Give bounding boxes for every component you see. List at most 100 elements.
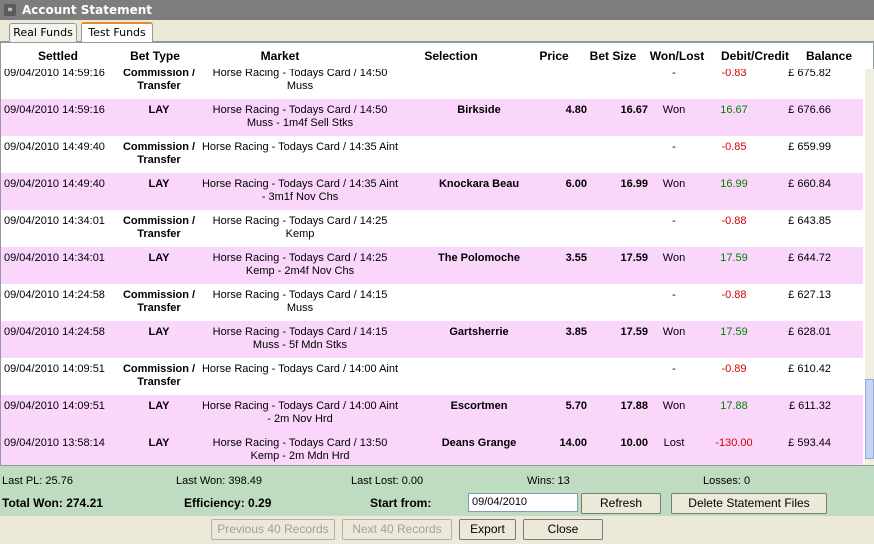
bet-type-line: LAY bbox=[148, 326, 170, 338]
scrollbar-thumb[interactable] bbox=[865, 379, 874, 459]
table-row[interactable]: 09/04/2010 14:24:58 - -0.88 £ 627.13 Commiss… bbox=[1, 284, 863, 321]
price-cell: 3.55 bbox=[565, 252, 587, 264]
settled-cell: 09/04/2010 14:24:58 bbox=[4, 289, 105, 301]
debit-credit-cell: 16.99 bbox=[720, 178, 748, 190]
market-line: Horse Racing - Todays Card / 14:25 bbox=[212, 252, 388, 264]
won-lost-cell: - bbox=[672, 363, 676, 375]
settled-cell: 09/04/2010 14:09:51 bbox=[4, 363, 105, 375]
bet-type-cell: LAY bbox=[113, 437, 205, 450]
table-row[interactable]: 09/04/2010 14:09:51 - -0.89 £ 610.42 Commiss… bbox=[1, 358, 863, 395]
market-line: Muss - 5f Mdn Stks bbox=[252, 339, 348, 351]
market-line: Kemp - 2m Mdn Hrd bbox=[250, 450, 350, 462]
price-cell: 4.80 bbox=[565, 104, 587, 116]
balance-cell: £ 644.72 bbox=[788, 252, 831, 264]
debit-credit-cell: -0.83 bbox=[721, 69, 747, 79]
bet-size-cell: 16.99 bbox=[620, 178, 648, 190]
market-cell: Horse Racing - Todays Card / 14:25 Kemp bbox=[197, 215, 403, 241]
column-header-balance[interactable]: Balance bbox=[801, 49, 857, 63]
column-header-selection[interactable]: Selection bbox=[381, 49, 521, 63]
market-cell: Horse Racing - Todays Card / 14:15 Muss bbox=[197, 289, 403, 315]
bet-type-line: Commission / bbox=[122, 69, 196, 79]
market-cell: Horse Racing - Todays Card / 14:35 Aint -… bbox=[197, 178, 403, 204]
price-cell: 3.85 bbox=[565, 326, 587, 338]
bet-type-line: Transfer bbox=[137, 302, 181, 314]
table-row[interactable]: 09/04/2010 14:59:16 Birkside 4.80 16.67 Won 1… bbox=[1, 99, 863, 136]
won-lost-cell: - bbox=[672, 289, 676, 301]
market-line: Horse Racing - Todays Card / 14:25 bbox=[212, 215, 388, 227]
balance-cell: £ 593.44 bbox=[788, 437, 831, 449]
column-header-price[interactable]: Price bbox=[531, 49, 577, 63]
last-pl: Last PL: 25.76 bbox=[2, 475, 73, 487]
won-lost-cell: - bbox=[672, 141, 676, 153]
debit-credit-cell: -0.88 bbox=[721, 289, 747, 301]
table-row[interactable]: 09/04/2010 14:24:58 Gartsherrie 3.85 17.59 W… bbox=[1, 321, 863, 358]
table-body[interactable]: 09/04/2010 14:59:16 - -0.83 £ 675.82 Commiss… bbox=[1, 69, 865, 465]
efficiency: Efficiency: 0.29 bbox=[184, 496, 272, 510]
price-cell: 5.70 bbox=[565, 400, 587, 412]
balance-cell: £ 660.84 bbox=[788, 178, 831, 190]
column-header-bet-type[interactable]: Bet Type bbox=[113, 49, 197, 63]
export-button[interactable]: Export bbox=[459, 519, 516, 540]
bet-type-cell: Commission / Transfer bbox=[113, 69, 205, 93]
start-from-input[interactable]: 09/04/2010 bbox=[468, 493, 578, 512]
market-line: Kemp - 2m4f Nov Chs bbox=[245, 265, 355, 277]
won-lost-cell: Won bbox=[662, 104, 686, 116]
vertical-scrollbar[interactable] bbox=[865, 69, 874, 465]
bottom-toolbar: Previous 40 Records Next 40 Records Expo… bbox=[0, 516, 874, 544]
bet-size-cell: 17.59 bbox=[620, 326, 648, 338]
previous-records-button[interactable]: Previous 40 Records bbox=[211, 519, 335, 540]
settled-cell: 09/04/2010 13:58:14 bbox=[4, 437, 105, 449]
tab-strip: Real Funds Test Funds bbox=[0, 20, 874, 43]
balance-cell: £ 610.42 bbox=[788, 363, 831, 375]
bet-size-cell: 10.00 bbox=[620, 437, 648, 449]
market-cell: Horse Racing - Todays Card / 14:50 Muss bbox=[197, 69, 403, 93]
delete-statement-files-button[interactable]: Delete Statement Files bbox=[671, 493, 827, 514]
next-records-button[interactable]: Next 40 Records bbox=[342, 519, 452, 540]
bet-type-line: Commission / bbox=[122, 141, 196, 153]
won-lost-cell: Won bbox=[662, 400, 686, 412]
debit-credit-cell: -0.85 bbox=[721, 141, 747, 153]
won-lost-cell: - bbox=[672, 69, 676, 79]
total-won: Total Won: 274.21 bbox=[2, 496, 103, 510]
market-line: Horse Racing - Todays Card / 14:00 Aint bbox=[201, 400, 399, 412]
price-cell: 14.00 bbox=[559, 437, 587, 449]
balance-cell: £ 611.32 bbox=[788, 400, 831, 412]
debit-credit-cell: -0.89 bbox=[721, 363, 747, 375]
table-row[interactable]: 09/04/2010 14:09:51 Escortmen 5.70 17.88 Won… bbox=[1, 395, 863, 432]
market-line: Muss - 1m4f Sell Stks bbox=[246, 117, 354, 129]
table-row[interactable]: 09/04/2010 14:49:40 - -0.85 £ 659.99 Commiss… bbox=[1, 136, 863, 173]
summary-panel: Last PL: 25.76 Last Won: 398.49 Last Los… bbox=[0, 466, 874, 516]
collapse-icon[interactable]: » bbox=[4, 4, 16, 16]
settled-cell: 09/04/2010 14:59:16 bbox=[4, 104, 105, 116]
market-line: Horse Racing - Todays Card / 14:50 bbox=[212, 104, 388, 116]
table-row[interactable]: 09/04/2010 14:59:16 - -0.83 £ 675.82 Commiss… bbox=[1, 69, 863, 99]
table-row[interactable]: 09/04/2010 14:34:01 - -0.88 £ 643.85 Commiss… bbox=[1, 210, 863, 247]
bet-type-line: Commission / bbox=[122, 363, 196, 375]
market-cell: Horse Racing - Todays Card / 14:00 Aint -… bbox=[197, 400, 403, 426]
balance-cell: £ 675.82 bbox=[788, 69, 831, 79]
column-header-won-lost[interactable]: Won/Lost bbox=[645, 49, 709, 63]
bet-type-line: LAY bbox=[148, 252, 170, 264]
column-header-debit-credit[interactable]: Debit/Credit bbox=[713, 49, 797, 63]
column-header-bet-size[interactable]: Bet Size bbox=[583, 49, 643, 63]
column-header-settled[interactable]: Settled bbox=[5, 49, 111, 63]
table-row[interactable]: 09/04/2010 14:34:01 The Polomoche 3.55 17.5… bbox=[1, 247, 863, 284]
market-line: Horse Racing - Todays Card / 14:00 Aint bbox=[201, 363, 399, 375]
table-row[interactable]: 09/04/2010 14:49:40 Knockara Beau 6.00 16.9… bbox=[1, 173, 863, 210]
market-cell: Horse Racing - Todays Card / 14:25 Kemp -… bbox=[197, 252, 403, 278]
market-cell: Horse Racing - Todays Card / 14:35 Aint bbox=[197, 141, 403, 154]
close-button[interactable]: Close bbox=[523, 519, 603, 540]
won-lost-cell: Lost bbox=[663, 437, 685, 449]
market-cell: Horse Racing - Todays Card / 13:50 Kemp -… bbox=[197, 437, 403, 463]
refresh-button[interactable]: Refresh bbox=[581, 493, 661, 514]
bet-size-cell: 16.67 bbox=[620, 104, 648, 116]
balance-cell: £ 628.01 bbox=[788, 326, 831, 338]
table-row[interactable]: 09/04/2010 13:58:14 Deans Grange 14.00 10.0… bbox=[1, 432, 863, 465]
tab-test-funds[interactable]: Test Funds bbox=[81, 22, 153, 43]
column-header-market[interactable]: Market bbox=[197, 49, 363, 63]
settled-cell: 09/04/2010 14:49:40 bbox=[4, 178, 105, 190]
market-cell: Horse Racing - Todays Card / 14:50 Muss -… bbox=[197, 104, 403, 130]
bet-type-cell: LAY bbox=[113, 400, 205, 413]
tab-real-funds[interactable]: Real Funds bbox=[9, 23, 77, 42]
start-from-label: Start from: bbox=[370, 496, 432, 510]
